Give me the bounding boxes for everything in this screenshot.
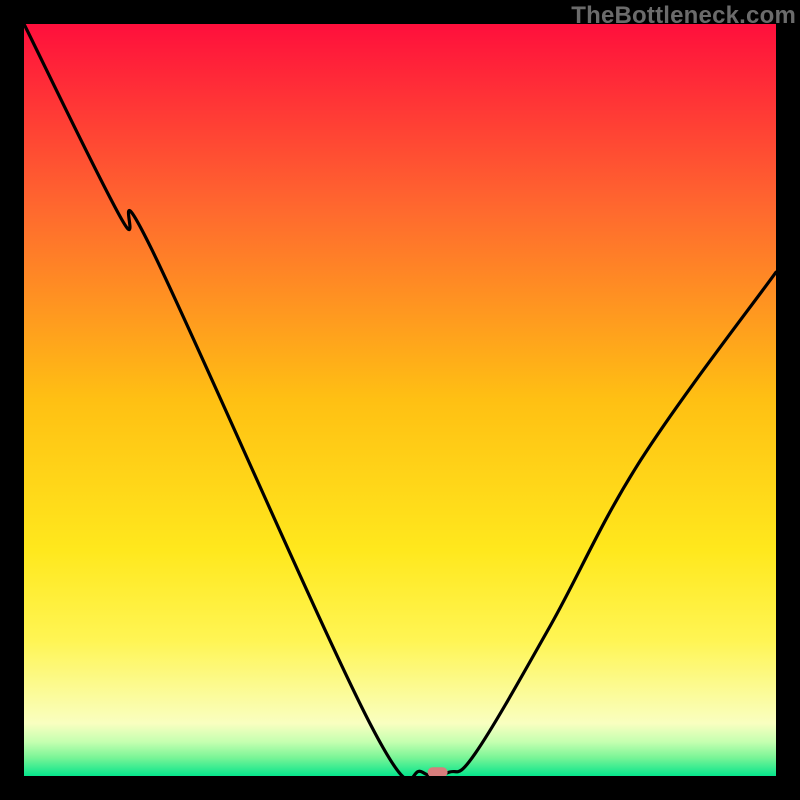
gradient-background xyxy=(24,24,776,776)
optimal-marker xyxy=(428,767,448,776)
bottleneck-chart xyxy=(24,24,776,776)
chart-container: { "watermark": "TheBottleneck.com", "cha… xyxy=(0,0,800,800)
plot-area xyxy=(24,24,776,776)
